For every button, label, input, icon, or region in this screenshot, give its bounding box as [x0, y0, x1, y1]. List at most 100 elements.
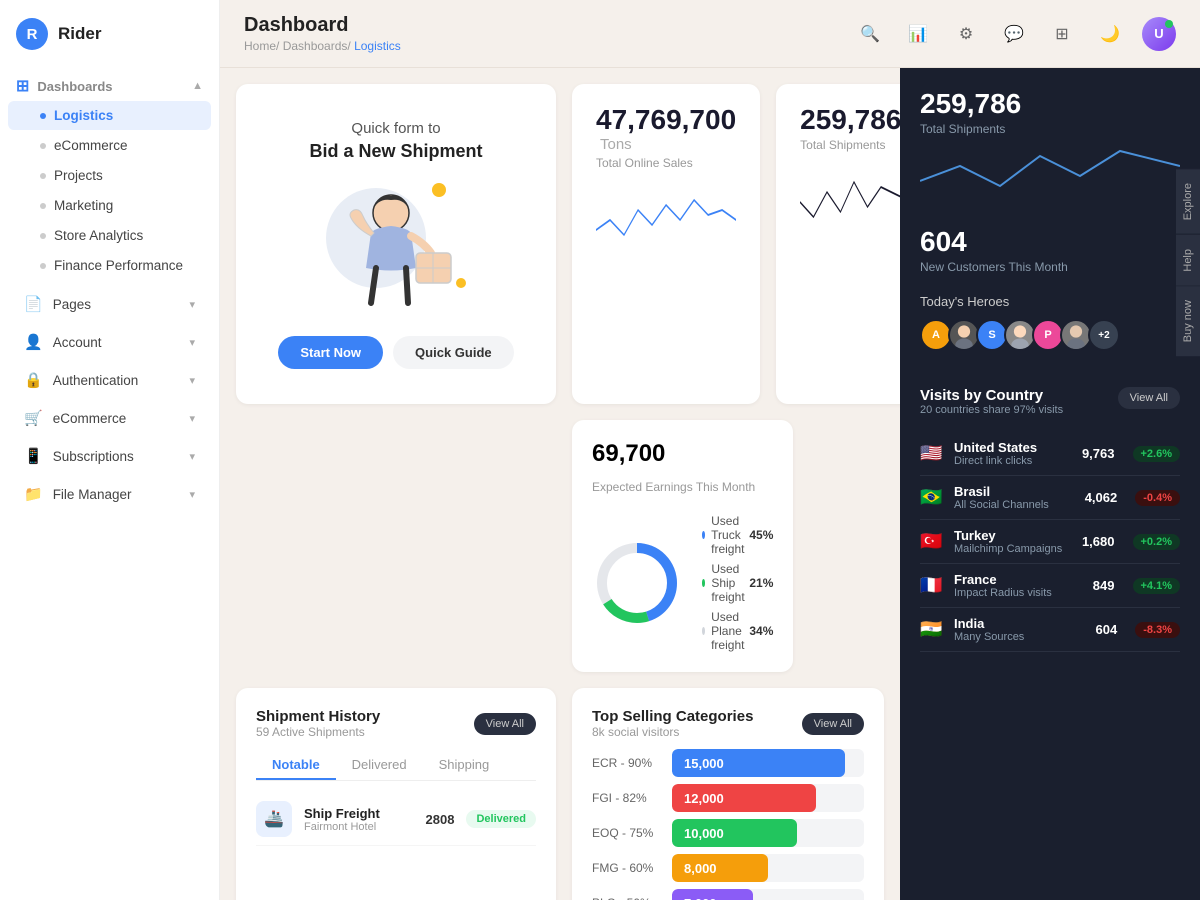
new-customers-section: 604 New Customers This Month — [920, 226, 1180, 274]
search-button[interactable]: 🔍 — [854, 18, 886, 50]
chevron-up-icon: ▲ — [192, 80, 203, 92]
legend-plane: Used Plane freight 34% — [702, 610, 773, 652]
right-panel-top: 259,786 Total Shipments 604 New Customer… — [900, 68, 1200, 371]
header-left: Dashboard Home/ Dashboards/ Logistics — [244, 14, 401, 53]
sales-chart — [596, 180, 736, 250]
sidebar-item-authentication[interactable]: 🔒 Authentication ▾ — [8, 362, 211, 398]
auth-icon: 🔒 — [24, 371, 43, 389]
change-badge-tr: +0.2% — [1133, 534, 1181, 550]
country-info-in: India Many Sources — [954, 616, 1086, 643]
bar-row-plg: PLG - 50% 7,000 — [592, 889, 864, 900]
dot-icon — [40, 263, 46, 269]
chevron-icon: ▾ — [189, 450, 195, 463]
sh-title: Shipment History — [256, 708, 380, 725]
shipments-stat-dark: 259,786 Total Shipments — [920, 88, 1180, 206]
sidebar-item-ecommerce[interactable]: eCommerce — [8, 131, 211, 160]
center-panel: Quick form to Bid a New Shipment — [220, 68, 900, 900]
donut-chart — [592, 538, 682, 628]
status-badge: Delivered — [466, 810, 536, 828]
visits-title-wrap: Visits by Country 20 countries share 97%… — [920, 387, 1063, 416]
dashboards-section: ⊞ Dashboards ▲ Logistics eCommerce Proje… — [0, 68, 219, 281]
sidebar-item-marketing[interactable]: Marketing — [8, 191, 211, 220]
tsc-view-all-button[interactable]: View All — [802, 713, 864, 735]
sidebar-item-finance-performance[interactable]: Finance Performance — [8, 251, 211, 280]
account-icon: 👤 — [24, 333, 43, 351]
dot-icon — [40, 233, 46, 239]
help-tab[interactable]: Help — [1176, 234, 1200, 286]
tsc-title-wrap: Top Selling Categories 8k social visitor… — [592, 708, 753, 739]
shipment-history-card: Shipment History 59 Active Shipments Vie… — [236, 688, 556, 900]
sub-icon: 📱 — [24, 447, 43, 465]
quick-form-title: Bid a New Shipment — [309, 141, 482, 162]
tsc-subtitle: 8k social visitors — [592, 725, 753, 739]
bar-track: 10,000 — [672, 819, 864, 847]
stat-label-sales: Total Online Sales — [596, 156, 736, 170]
plane-dot — [702, 627, 705, 635]
legend-ship: Used Ship freight 21% — [702, 562, 773, 604]
sidebar: R Rider ⊞ Dashboards ▲ Logistics eCommer… — [0, 0, 220, 900]
app-logo[interactable]: R Rider — [0, 0, 219, 68]
chat-button[interactable]: 💬 — [998, 18, 1030, 50]
grid-icon: ⊞ — [16, 76, 29, 96]
apps-button[interactable]: ⊞ — [1046, 18, 1078, 50]
start-now-button[interactable]: Start Now — [278, 336, 383, 369]
dashboards-header[interactable]: ⊞ Dashboards ▲ — [0, 68, 219, 100]
sh-tab-shipping[interactable]: Shipping — [423, 751, 506, 780]
country-row-br: 🇧🇷 Brasil All Social Channels 4,062 -0.4… — [920, 476, 1180, 520]
hero-avatar-more: +2 — [1088, 319, 1120, 351]
right-panel: 259,786 Total Shipments 604 New Customer… — [900, 68, 1200, 900]
country-row-in: 🇮🇳 India Many Sources 604 -8.3% — [920, 608, 1180, 652]
person-illustration — [316, 178, 476, 308]
header: Dashboard Home/ Dashboards/ Logistics 🔍 … — [220, 0, 1200, 68]
heroes-label: Today's Heroes — [920, 294, 1180, 309]
quick-guide-button[interactable]: Quick Guide — [393, 336, 514, 369]
country-row-fr: 🇫🇷 France Impact Radius visits 849 +4.1% — [920, 564, 1180, 608]
dark-mode-button[interactable]: 🌙 — [1094, 18, 1126, 50]
chevron-icon: ▾ — [189, 298, 195, 311]
pages-icon: 📄 — [24, 295, 43, 313]
sh-tab-notable[interactable]: Notable — [256, 751, 336, 780]
dot-icon — [40, 173, 46, 179]
country-info-br: Brasil All Social Channels — [954, 484, 1075, 511]
sidebar-item-logistics[interactable]: Logistics — [8, 101, 211, 130]
flag-us: 🇺🇸 — [920, 443, 944, 464]
ecommerce-icon: 🛒 — [24, 409, 43, 427]
change-badge-br: -0.4% — [1135, 490, 1180, 506]
sidebar-item-store-analytics[interactable]: Store Analytics — [8, 221, 211, 250]
buy-now-tab[interactable]: Buy now — [1176, 286, 1200, 356]
file-icon: 📁 — [24, 485, 43, 503]
sh-id: 2808 — [426, 812, 455, 827]
visits-subtitle: 20 countries share 97% visits — [920, 404, 1063, 416]
chevron-icon: ▾ — [189, 488, 195, 501]
explore-tab[interactable]: Explore — [1176, 168, 1200, 234]
shipments-label: Total Shipments — [920, 122, 1180, 136]
chevron-icon: ▾ — [189, 374, 195, 387]
total-shipments-card: 259,786 Total Shipments — [776, 84, 900, 404]
legend-truck: Used Truck freight 45% — [702, 514, 773, 556]
sidebar-item-subscriptions[interactable]: 📱 Subscriptions ▾ — [8, 438, 211, 474]
dot-icon — [40, 143, 46, 149]
sh-view-all-button[interactable]: View All — [474, 713, 536, 735]
sh-tab-delivered[interactable]: Delivered — [336, 751, 423, 780]
sidebar-item-pages[interactable]: 📄 Pages ▾ — [8, 286, 211, 322]
sidebar-item-ecommerce-main[interactable]: 🛒 eCommerce ▾ — [8, 400, 211, 436]
sidebar-item-file-manager[interactable]: 📁 File Manager ▾ — [8, 476, 211, 512]
bar-fill: 15,000 — [672, 749, 845, 777]
sidebar-item-account[interactable]: 👤 Account ▾ — [8, 324, 211, 360]
truck-dot — [702, 531, 705, 539]
sidebar-item-projects[interactable]: Projects — [8, 161, 211, 190]
visits-view-all-button[interactable]: View All — [1118, 387, 1180, 409]
logo-icon: R — [16, 18, 48, 50]
sh-icon: 🚢 — [256, 801, 292, 837]
breadcrumb: Home/ Dashboards/ Logistics — [244, 39, 401, 53]
side-tabs: Explore Help Buy now — [1176, 168, 1200, 356]
analytics-button[interactable]: 📊 — [902, 18, 934, 50]
quick-form-subtitle: Quick form to — [351, 120, 440, 137]
bar-fill: 7,000 — [672, 889, 753, 900]
bar-fill: 10,000 — [672, 819, 797, 847]
main-content: Dashboard Home/ Dashboards/ Logistics 🔍 … — [220, 0, 1200, 900]
top-selling-card: Top Selling Categories 8k social visitor… — [572, 688, 884, 900]
quick-form-card: Quick form to Bid a New Shipment — [236, 84, 556, 404]
settings-button[interactable]: ⚙ — [950, 18, 982, 50]
stat-label-shipments: Total Shipments — [800, 138, 900, 152]
